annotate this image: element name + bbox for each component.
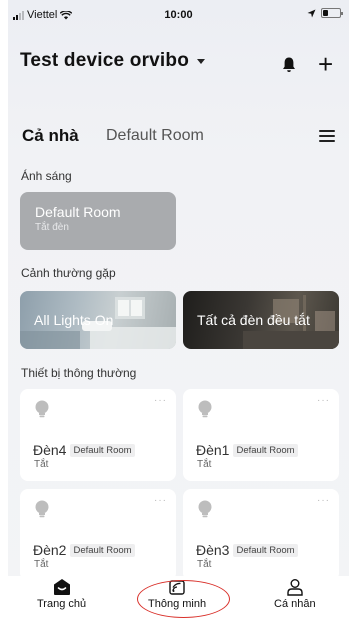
more-icon[interactable]: ···	[317, 395, 330, 406]
light-room-name: Default Room	[35, 204, 121, 220]
status-time: 10:00	[164, 9, 193, 21]
device-state: Tắt	[34, 459, 49, 470]
device-name: Đèn3	[196, 542, 230, 558]
location-arrow-icon	[307, 9, 316, 17]
device-name: Đèn2	[33, 542, 67, 558]
device-card[interactable]: ··· Đèn2 Default Room Tắt	[20, 489, 176, 581]
tab-whole-home[interactable]: Cả nhà	[22, 126, 79, 146]
nav-home[interactable]: Trang chủ	[37, 578, 86, 610]
bulb-icon	[198, 500, 212, 518]
annotation-highlight-ellipse	[137, 580, 230, 618]
device-room-tag: Default Room	[70, 543, 135, 557]
status-bar: Viettel 10:00	[8, 0, 349, 28]
nav-profile[interactable]: Cá nhân	[274, 578, 316, 610]
home-selector[interactable]: Test device orvibo	[20, 50, 206, 72]
device-card[interactable]: ··· Đèn3 Default Room Tắt	[183, 489, 339, 581]
nav-label: Trang chủ	[37, 598, 87, 610]
tab-default-room[interactable]: Default Room	[106, 127, 204, 145]
scene-all-lights-off[interactable]: Tất cả đèn đều tắt	[183, 291, 339, 349]
scenes-section-title: Cảnh thường gặp	[21, 266, 116, 280]
more-icon[interactable]: ···	[154, 395, 167, 406]
more-icon[interactable]: ···	[317, 495, 330, 506]
devices-section-title: Thiết bị thông thường	[21, 366, 137, 380]
light-room-status: Tắt đèn	[35, 222, 69, 233]
bulb-icon	[35, 400, 49, 418]
app-screen: Viettel 10:00 Test device orvibo + Cả nh…	[8, 0, 349, 618]
home-title: Test device orvibo	[20, 50, 190, 71]
scene-label: All Lights On	[34, 312, 114, 328]
more-icon[interactable]: ···	[154, 495, 167, 506]
device-state: Tắt	[34, 559, 49, 570]
scene-all-lights-on[interactable]: All Lights On	[20, 291, 176, 349]
bulb-icon	[198, 400, 212, 418]
lighting-section-title: Ánh sáng	[21, 169, 72, 183]
menu-icon[interactable]	[319, 130, 335, 142]
bell-icon[interactable]	[280, 56, 298, 74]
profile-icon	[287, 579, 303, 596]
battery-icon	[321, 8, 343, 18]
device-card[interactable]: ··· Đèn1 Default Room Tắt	[183, 389, 339, 481]
status-right	[307, 8, 343, 18]
light-room-card[interactable]: Default Room Tắt đèn	[20, 192, 176, 250]
device-room-tag: Default Room	[233, 543, 298, 557]
device-state: Tắt	[197, 459, 212, 470]
bulb-icon	[35, 500, 49, 518]
home-icon	[53, 579, 70, 595]
device-room-tag: Default Room	[233, 443, 298, 457]
device-card[interactable]: ··· Đèn4 Default Room Tắt	[20, 389, 176, 481]
device-room-tag: Default Room	[70, 443, 135, 457]
scene-label: Tất cả đèn đều tắt	[197, 312, 310, 328]
chevron-down-icon	[197, 59, 206, 64]
add-button[interactable]: +	[318, 51, 333, 77]
device-name: Đèn1	[196, 442, 230, 458]
nav-label: Cá nhân	[274, 598, 316, 610]
device-name: Đèn4	[33, 442, 67, 458]
device-state: Tắt	[197, 559, 212, 570]
